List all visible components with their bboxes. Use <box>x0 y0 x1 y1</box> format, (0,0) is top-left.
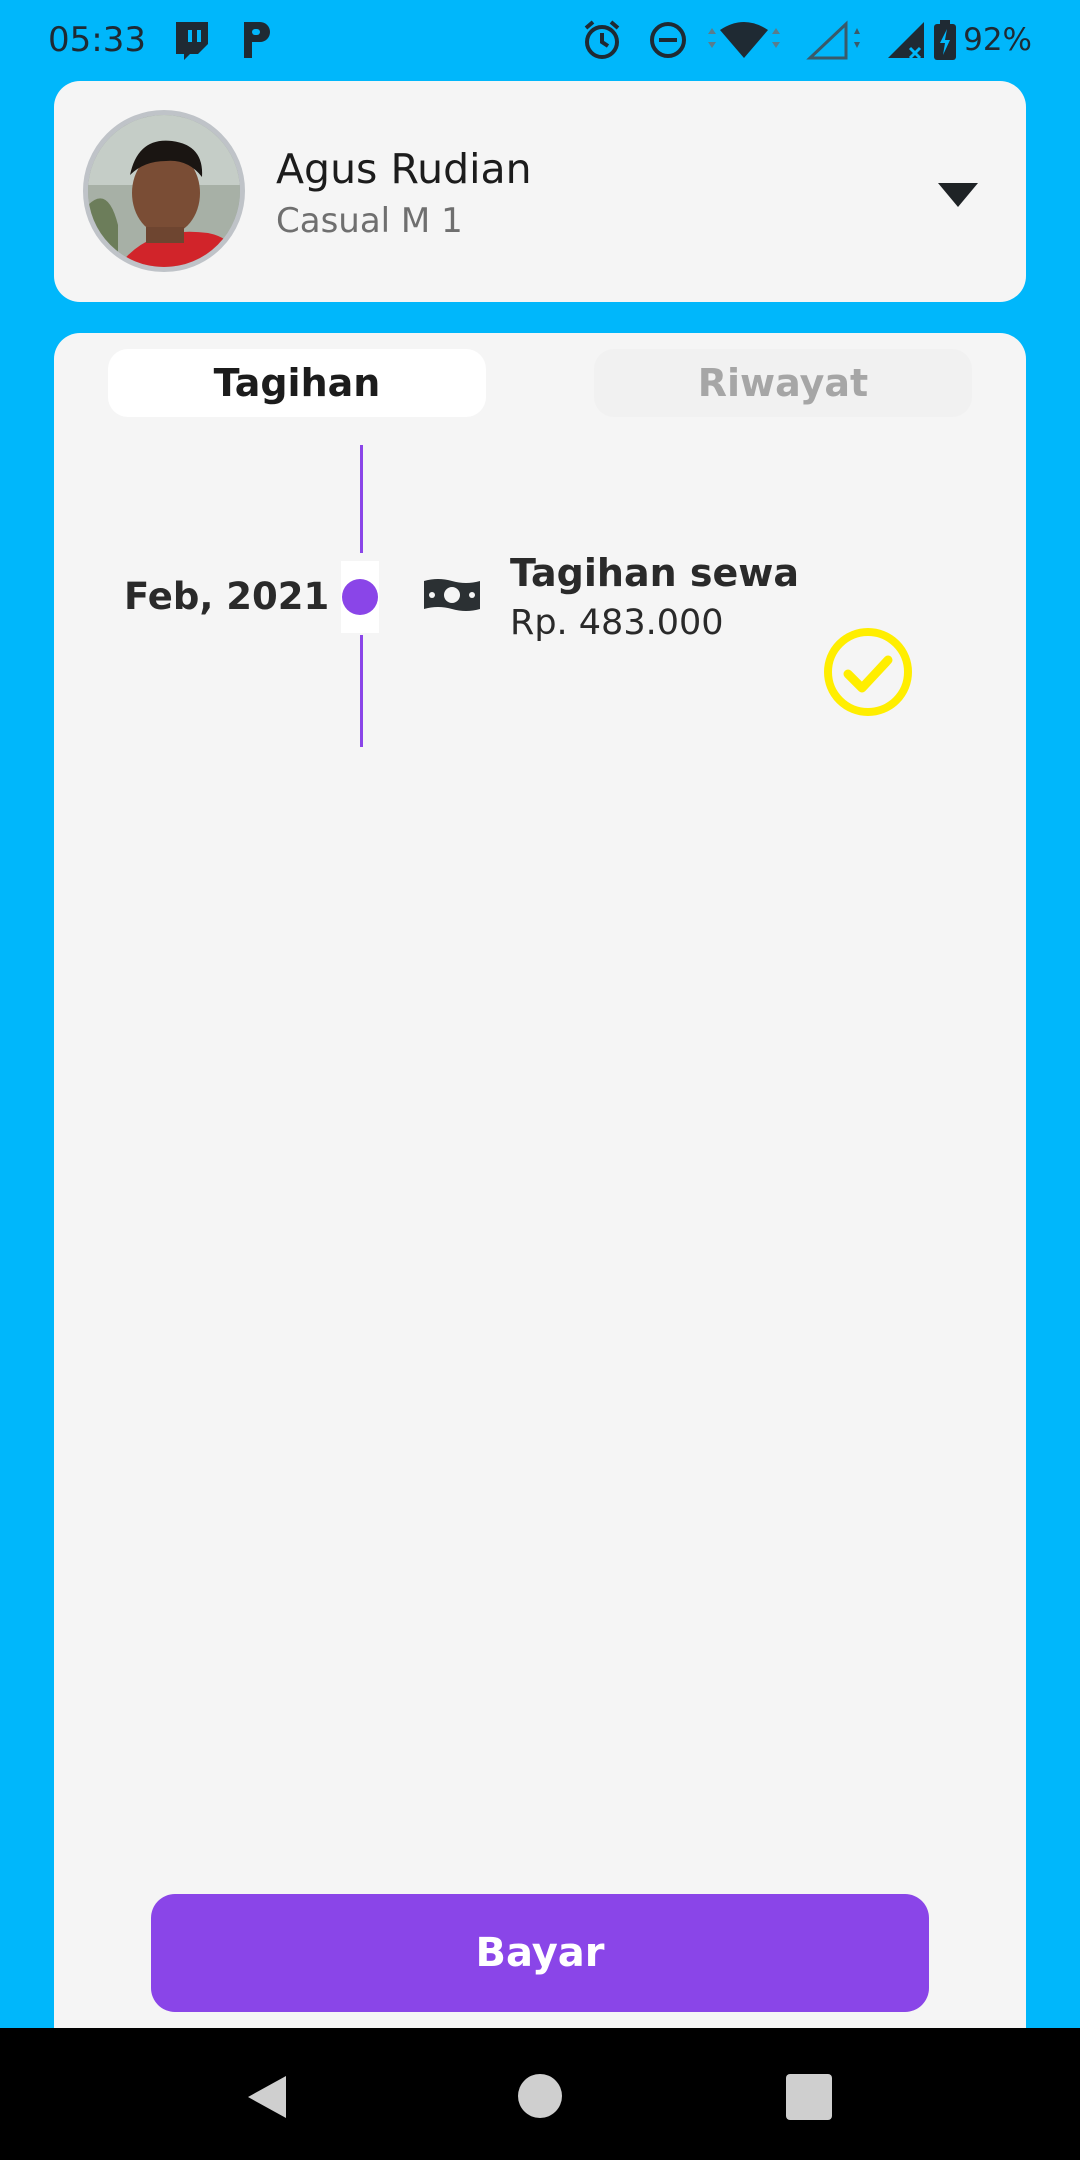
battery-charging-icon <box>934 20 956 60</box>
profile-name: Agus Rudian <box>276 145 532 193</box>
bill-date: Feb, 2021 <box>124 575 330 618</box>
parking-icon <box>244 22 270 58</box>
bill-amount: Rp. 483.000 <box>510 603 724 643</box>
avatar-photo <box>88 115 240 267</box>
avatar <box>83 110 245 272</box>
navigation-bar <box>0 2028 1080 2160</box>
tab-riwayat[interactable]: Riwayat <box>594 349 972 417</box>
check-circle-icon <box>824 628 912 716</box>
bill-title: Tagihan sewa <box>510 551 800 595</box>
timeline-dot <box>342 579 378 615</box>
screen: 05:33 92% Agus Rudian Casual M 1 Tagihan… <box>0 0 1080 2160</box>
do-not-disturb-icon <box>650 22 686 58</box>
back-icon[interactable] <box>244 2074 290 2120</box>
profile-room: Casual M 1 <box>276 201 463 241</box>
profile-card[interactable]: Agus Rudian Casual M 1 <box>54 81 1026 302</box>
status-bar: 05:33 92% <box>0 0 1080 80</box>
bill-panel: Tagihan Riwayat Feb, 2021 Tagihan sewa R… <box>54 333 1026 2033</box>
tab-tagihan[interactable]: Tagihan <box>108 349 486 417</box>
tab-bar: Tagihan Riwayat <box>108 349 972 417</box>
signal-empty-icon <box>806 20 860 60</box>
home-icon[interactable] <box>518 2074 562 2118</box>
money-icon <box>424 579 480 611</box>
chevron-down-icon[interactable] <box>936 181 980 209</box>
status-time: 05:33 <box>48 20 146 60</box>
battery-percentage: 92% <box>963 22 1032 58</box>
twitch-icon <box>176 22 208 60</box>
pay-button[interactable]: Bayar <box>151 1894 929 2012</box>
timeline-line-top <box>360 445 363 553</box>
recents-icon[interactable] <box>786 2074 832 2120</box>
alarm-icon <box>584 20 620 59</box>
wifi-icon <box>708 22 780 58</box>
signal-icon <box>888 22 924 60</box>
timeline-line-bottom <box>360 635 363 747</box>
